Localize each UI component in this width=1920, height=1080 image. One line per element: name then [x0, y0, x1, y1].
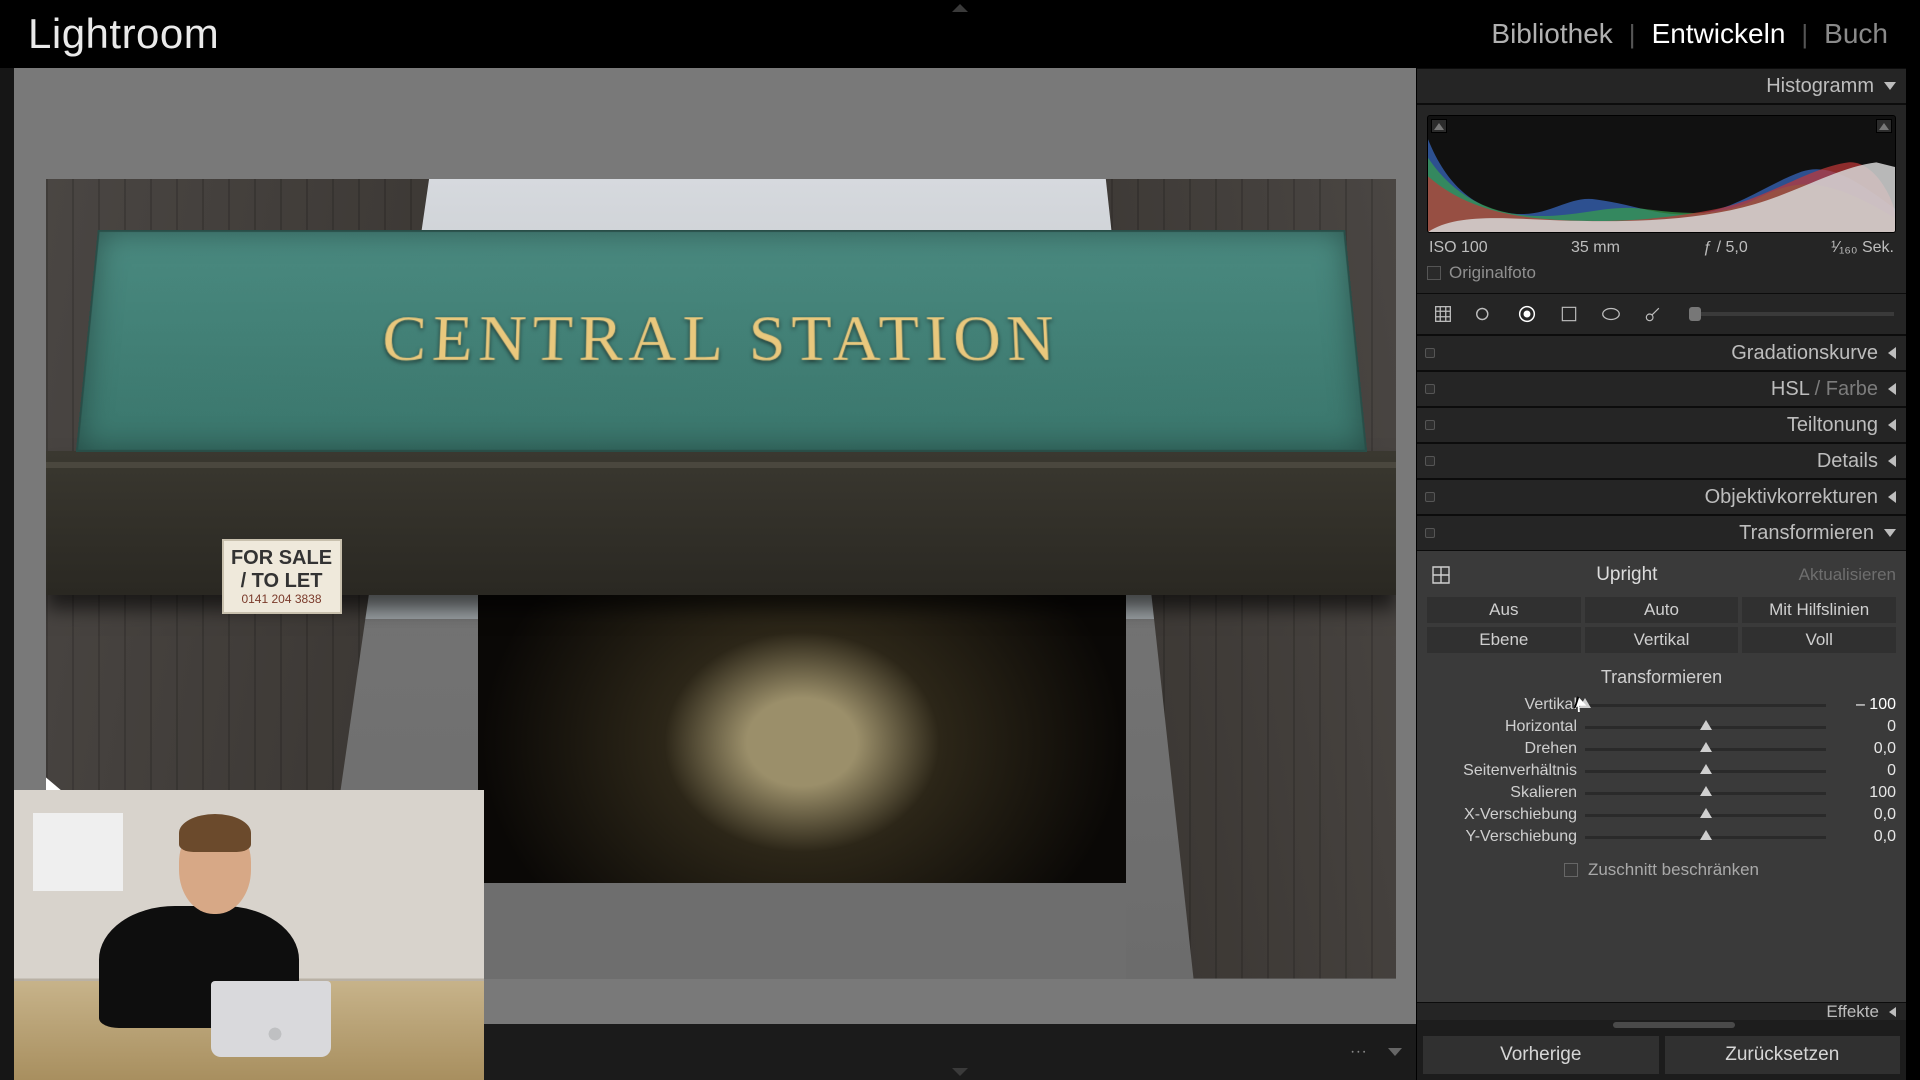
panel-switch-icon[interactable]	[1425, 420, 1435, 430]
panel-switch-icon[interactable]	[1425, 384, 1435, 394]
expand-icon	[1888, 347, 1896, 359]
upright-guided-button[interactable]: Mit Hilfslinien	[1742, 597, 1896, 623]
slider-rotate-track[interactable]	[1585, 748, 1826, 751]
filmstrip-expand-icon[interactable]	[952, 1068, 968, 1076]
slider-y-offset-track[interactable]	[1585, 836, 1826, 839]
upright-off-button[interactable]: Aus	[1427, 597, 1581, 623]
expand-icon	[1888, 491, 1896, 503]
constrain-crop-label: Zuschnitt beschränken	[1588, 860, 1759, 880]
panel-scrollbar[interactable]	[1417, 1020, 1906, 1030]
graduated-filter-tool-icon[interactable]	[1555, 300, 1583, 328]
tone-curve-header[interactable]: Gradationskurve	[1417, 335, 1906, 371]
original-photo-checkbox[interactable]	[1427, 266, 1441, 280]
constrain-crop-checkbox[interactable]	[1564, 863, 1578, 877]
upright-guided-tool-icon[interactable]	[1427, 561, 1455, 589]
exif-iso: ISO 100	[1429, 239, 1488, 257]
expand-icon	[1889, 1007, 1896, 1017]
split-toning-header[interactable]: Teiltonung	[1417, 407, 1906, 443]
slider-aspect-track[interactable]	[1585, 770, 1826, 773]
module-library[interactable]: Bibliothek	[1481, 18, 1622, 50]
lens-corrections-header[interactable]: Objektivkorrekturen	[1417, 479, 1906, 515]
module-book[interactable]: Buch	[1814, 18, 1898, 50]
upright-auto-button[interactable]: Auto	[1585, 597, 1739, 623]
transform-sliders-title: Transformieren	[1427, 667, 1896, 688]
upright-full-button[interactable]: Voll	[1742, 627, 1896, 653]
slider-rotate: Drehen 0,0	[1427, 738, 1896, 760]
radial-filter-tool-icon[interactable]	[1597, 300, 1625, 328]
module-separator: |	[1795, 19, 1814, 50]
soft-proof-indicator: ⸱⸱⸱	[1351, 1043, 1368, 1062]
slider-horizontal: Horizontal 0	[1427, 716, 1896, 738]
slider-scale: Skalieren 100	[1427, 782, 1896, 804]
upright-label: Upright	[1465, 564, 1789, 586]
effects-header[interactable]: Effekte	[1417, 1002, 1906, 1020]
module-switcher: Bibliothek | Entwickeln | Buch	[1481, 18, 1898, 50]
slider-vertical: Vertikal – 100	[1427, 694, 1896, 716]
upright-vertical-button[interactable]: Vertikal	[1585, 627, 1739, 653]
details-header[interactable]: Details	[1417, 443, 1906, 479]
histogram-panel: ISO 100 35 mm ƒ / 5,0 ¹⁄₁₆₀ Sek. Origina…	[1417, 104, 1906, 293]
left-panel-collapsed[interactable]	[0, 68, 14, 1080]
exif-shutter: ¹⁄₁₆₀ Sek.	[1831, 239, 1894, 257]
panel-switch-icon[interactable]	[1425, 348, 1435, 358]
expand-icon	[1888, 383, 1896, 395]
module-separator: |	[1623, 19, 1642, 50]
crop-tool-icon[interactable]	[1429, 300, 1457, 328]
module-develop[interactable]: Entwickeln	[1642, 18, 1796, 50]
image-canvas-area: CENTRAL STATION FOR SALE / TO LET 0141 2…	[14, 68, 1416, 1080]
develop-right-panel: Histogramm ISO 100 35 mm ƒ / 5,0 ¹⁄₁₆₀ S…	[1416, 68, 1906, 1080]
panel-switch-icon[interactable]	[1425, 492, 1435, 502]
photo-sign-text: CENTRAL STATION	[380, 301, 1062, 376]
panel-collapse-top-icon[interactable]	[952, 4, 968, 12]
reset-button[interactable]: Zurücksetzen	[1665, 1036, 1901, 1074]
exif-aperture: ƒ / 5,0	[1703, 239, 1747, 257]
slider-y-offset: Y-Verschiebung 0,0	[1427, 826, 1896, 848]
webcam-overlay	[14, 790, 484, 1080]
upright-mode-segments: Aus Auto Mit Hilfslinien Ebene Vertikal …	[1427, 597, 1896, 653]
app-title: Lightroom	[28, 10, 219, 58]
slider-scale-track[interactable]	[1585, 792, 1826, 795]
transform-panel: Upright Aktualisieren Aus Auto Mit Hilfs…	[1417, 551, 1906, 894]
histogram-graph[interactable]	[1427, 115, 1896, 233]
develop-footer: Vorherige Zurücksetzen	[1417, 1030, 1906, 1080]
brush-tool-icon[interactable]	[1639, 300, 1667, 328]
upright-update-button[interactable]: Aktualisieren	[1799, 565, 1896, 585]
exif-focal: 35 mm	[1571, 239, 1620, 257]
slider-aspect: Seitenverhältnis 0	[1427, 760, 1896, 782]
brush-size-slider[interactable]	[1689, 312, 1894, 316]
upright-level-button[interactable]: Ebene	[1427, 627, 1581, 653]
panel-switch-icon[interactable]	[1425, 456, 1435, 466]
histogram-header[interactable]: Histogramm	[1417, 68, 1906, 104]
develop-toolstrip	[1417, 293, 1906, 335]
expand-icon	[1888, 419, 1896, 431]
slider-x-offset-track[interactable]	[1585, 814, 1826, 817]
photo-for-sale-sign: FOR SALE / TO LET 0141 204 3838	[222, 539, 342, 615]
redeye-tool-icon[interactable]	[1513, 300, 1541, 328]
toolbar-menu-icon[interactable]	[1388, 1048, 1402, 1056]
slider-vertical-track[interactable]	[1585, 704, 1826, 707]
exif-summary: ISO 100 35 mm ƒ / 5,0 ¹⁄₁₆₀ Sek.	[1427, 233, 1896, 257]
slider-horizontal-track[interactable]	[1585, 726, 1826, 729]
slider-x-offset: X-Verschiebung 0,0	[1427, 804, 1896, 826]
hsl-header[interactable]: HSL / Farbe	[1417, 371, 1906, 407]
panel-switch-icon[interactable]	[1425, 528, 1435, 538]
collapse-icon	[1884, 82, 1896, 90]
expand-icon	[1888, 455, 1896, 467]
transform-header[interactable]: Transformieren	[1417, 515, 1906, 551]
original-photo-label: Originalfoto	[1449, 263, 1536, 283]
spot-removal-tool-icon[interactable]	[1471, 300, 1499, 328]
previous-button[interactable]: Vorherige	[1423, 1036, 1659, 1074]
collapse-icon	[1884, 529, 1896, 537]
